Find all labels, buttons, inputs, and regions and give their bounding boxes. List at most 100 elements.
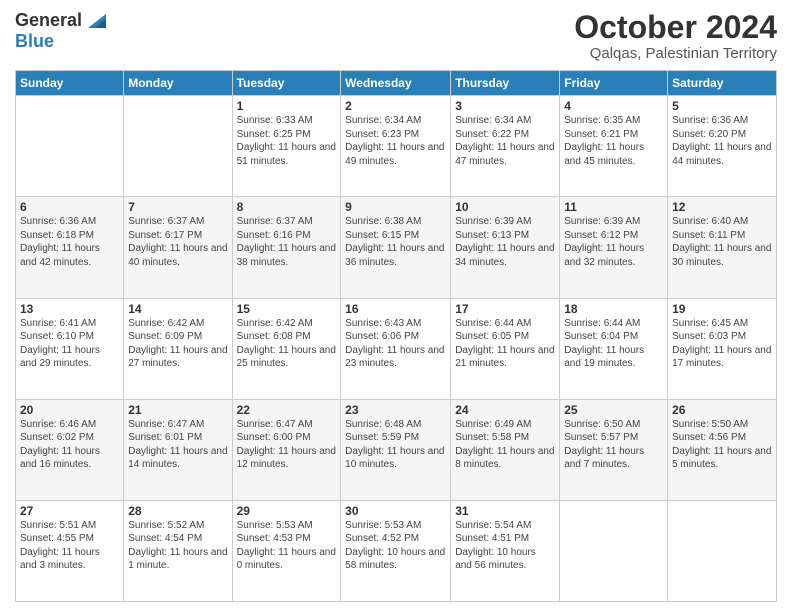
day-info: Sunrise: 6:50 AMSunset: 5:57 PMDaylight:… (564, 419, 644, 471)
day-number: 19 (672, 302, 772, 316)
day-info: Sunrise: 6:35 AMSunset: 6:21 PMDaylight:… (564, 115, 644, 167)
calendar-cell: 15 Sunrise: 6:42 AMSunset: 6:08 PMDayligh… (232, 298, 341, 399)
calendar-week-row: 27 Sunrise: 5:51 AMSunset: 4:55 PMDayligh… (16, 500, 777, 601)
day-number: 31 (455, 504, 555, 518)
day-info: Sunrise: 5:51 AMSunset: 4:55 PMDaylight:… (20, 520, 100, 572)
day-number: 22 (237, 403, 337, 417)
title-block: October 2024 Qalqas, Palestinian Territo… (574, 10, 777, 62)
day-info: Sunrise: 6:44 AMSunset: 6:05 PMDaylight:… (455, 318, 554, 370)
day-info: Sunrise: 5:53 AMSunset: 4:53 PMDaylight:… (237, 520, 336, 572)
calendar-cell: 16 Sunrise: 6:43 AMSunset: 6:06 PMDayligh… (341, 298, 451, 399)
day-number: 18 (564, 302, 663, 316)
day-info: Sunrise: 6:49 AMSunset: 5:58 PMDaylight:… (455, 419, 554, 471)
calendar-cell (124, 96, 232, 197)
day-info: Sunrise: 6:38 AMSunset: 6:15 PMDaylight:… (345, 216, 444, 268)
day-number: 3 (455, 99, 555, 113)
day-number: 20 (20, 403, 119, 417)
day-info: Sunrise: 6:43 AMSunset: 6:06 PMDaylight:… (345, 318, 444, 370)
day-number: 5 (672, 99, 772, 113)
col-friday: Friday (560, 71, 668, 96)
day-number: 14 (128, 302, 227, 316)
calendar-cell: 9 Sunrise: 6:38 AMSunset: 6:15 PMDaylight… (341, 197, 451, 298)
day-number: 10 (455, 200, 555, 214)
col-monday: Monday (124, 71, 232, 96)
calendar-cell: 12 Sunrise: 6:40 AMSunset: 6:11 PMDayligh… (668, 197, 777, 298)
page: General Blue October 2024 Qalqas, Palest… (0, 0, 792, 612)
day-number: 15 (237, 302, 337, 316)
calendar-week-row: 6 Sunrise: 6:36 AMSunset: 6:18 PMDaylight… (16, 197, 777, 298)
day-number: 13 (20, 302, 119, 316)
calendar-week-row: 13 Sunrise: 6:41 AMSunset: 6:10 PMDayligh… (16, 298, 777, 399)
calendar-cell: 6 Sunrise: 6:36 AMSunset: 6:18 PMDaylight… (16, 197, 124, 298)
logo-blue: Blue (15, 32, 54, 52)
day-info: Sunrise: 6:48 AMSunset: 5:59 PMDaylight:… (345, 419, 444, 471)
day-number: 16 (345, 302, 446, 316)
col-sunday: Sunday (16, 71, 124, 96)
calendar-cell: 5 Sunrise: 6:36 AMSunset: 6:20 PMDaylight… (668, 96, 777, 197)
calendar-cell: 18 Sunrise: 6:44 AMSunset: 6:04 PMDayligh… (560, 298, 668, 399)
day-info: Sunrise: 6:36 AMSunset: 6:18 PMDaylight:… (20, 216, 100, 268)
logo: General Blue (15, 10, 106, 52)
calendar-cell: 26Sunrise: 5:50 AMSunset: 4:56 PMDayligh… (668, 399, 777, 500)
calendar-cell: 11 Sunrise: 6:39 AMSunset: 6:12 PMDayligh… (560, 197, 668, 298)
calendar-cell: 7 Sunrise: 6:37 AMSunset: 6:17 PMDaylight… (124, 197, 232, 298)
calendar-cell (16, 96, 124, 197)
day-info: Sunrise: 6:47 AMSunset: 6:00 PMDaylight:… (237, 419, 336, 471)
month-title: October 2024 (574, 10, 777, 45)
col-thursday: Thursday (451, 71, 560, 96)
calendar-cell: 25 Sunrise: 6:50 AMSunset: 5:57 PMDayligh… (560, 399, 668, 500)
calendar-cell: 21Sunrise: 6:47 AMSunset: 6:01 PMDayligh… (124, 399, 232, 500)
day-info: Sunrise: 6:46 AMSunset: 6:02 PMDaylight:… (20, 419, 100, 471)
day-info: Sunrise: 6:42 AMSunset: 6:09 PMDaylight:… (128, 318, 227, 370)
header: General Blue October 2024 Qalqas, Palest… (15, 10, 777, 62)
calendar-cell: 24 Sunrise: 6:49 AMSunset: 5:58 PMDayligh… (451, 399, 560, 500)
day-number: 26 (672, 403, 772, 417)
location-title: Qalqas, Palestinian Territory (574, 45, 777, 62)
calendar-cell (560, 500, 668, 601)
day-info: Sunrise: 6:33 AMSunset: 6:25 PMDaylight:… (237, 115, 336, 167)
calendar-week-row: 1 Sunrise: 6:33 AMSunset: 6:25 PMDaylight… (16, 96, 777, 197)
col-tuesday: Tuesday (232, 71, 341, 96)
day-number: 30 (345, 504, 446, 518)
calendar-cell: 14 Sunrise: 6:42 AMSunset: 6:09 PMDayligh… (124, 298, 232, 399)
day-info: Sunrise: 6:37 AMSunset: 6:17 PMDaylight:… (128, 216, 227, 268)
logo-general: General (15, 11, 82, 31)
day-number: 24 (455, 403, 555, 417)
day-number: 8 (237, 200, 337, 214)
calendar-cell: 19 Sunrise: 6:45 AMSunset: 6:03 PMDayligh… (668, 298, 777, 399)
calendar-cell (668, 500, 777, 601)
calendar-cell: 8Sunrise: 6:37 AMSunset: 6:16 PMDaylight… (232, 197, 341, 298)
day-info: Sunrise: 6:42 AMSunset: 6:08 PMDaylight:… (237, 318, 336, 370)
calendar-cell: 20 Sunrise: 6:46 AMSunset: 6:02 PMDayligh… (16, 399, 124, 500)
day-number: 12 (672, 200, 772, 214)
day-number: 17 (455, 302, 555, 316)
calendar-cell: 13 Sunrise: 6:41 AMSunset: 6:10 PMDayligh… (16, 298, 124, 399)
day-info: Sunrise: 6:44 AMSunset: 6:04 PMDaylight:… (564, 318, 644, 370)
day-number: 6 (20, 200, 119, 214)
day-number: 1 (237, 99, 337, 113)
day-number: 11 (564, 200, 663, 214)
day-info: Sunrise: 6:36 AMSunset: 6:20 PMDaylight:… (672, 115, 771, 167)
day-info: Sunrise: 5:54 AMSunset: 4:51 PMDaylight:… (455, 520, 536, 572)
calendar-cell: 22 Sunrise: 6:47 AMSunset: 6:00 PMDayligh… (232, 399, 341, 500)
calendar-cell: 4Sunrise: 6:35 AMSunset: 6:21 PMDaylight… (560, 96, 668, 197)
calendar-week-row: 20 Sunrise: 6:46 AMSunset: 6:02 PMDayligh… (16, 399, 777, 500)
col-wednesday: Wednesday (341, 71, 451, 96)
day-number: 2 (345, 99, 446, 113)
day-info: Sunrise: 6:45 AMSunset: 6:03 PMDaylight:… (672, 318, 771, 370)
day-info: Sunrise: 6:40 AMSunset: 6:11 PMDaylight:… (672, 216, 771, 268)
calendar-cell: 1 Sunrise: 6:33 AMSunset: 6:25 PMDaylight… (232, 96, 341, 197)
calendar-cell: 2Sunrise: 6:34 AMSunset: 6:23 PMDaylight… (341, 96, 451, 197)
day-info: Sunrise: 6:39 AMSunset: 6:12 PMDaylight:… (564, 216, 644, 268)
day-number: 28 (128, 504, 227, 518)
day-number: 25 (564, 403, 663, 417)
day-number: 27 (20, 504, 119, 518)
day-number: 7 (128, 200, 227, 214)
day-number: 29 (237, 504, 337, 518)
day-info: Sunrise: 5:52 AMSunset: 4:54 PMDaylight:… (128, 520, 227, 572)
day-number: 9 (345, 200, 446, 214)
day-info: Sunrise: 5:53 AMSunset: 4:52 PMDaylight:… (345, 520, 445, 572)
logo-triangle-icon (84, 10, 106, 32)
day-number: 23 (345, 403, 446, 417)
day-info: Sunrise: 6:41 AMSunset: 6:10 PMDaylight:… (20, 318, 100, 370)
